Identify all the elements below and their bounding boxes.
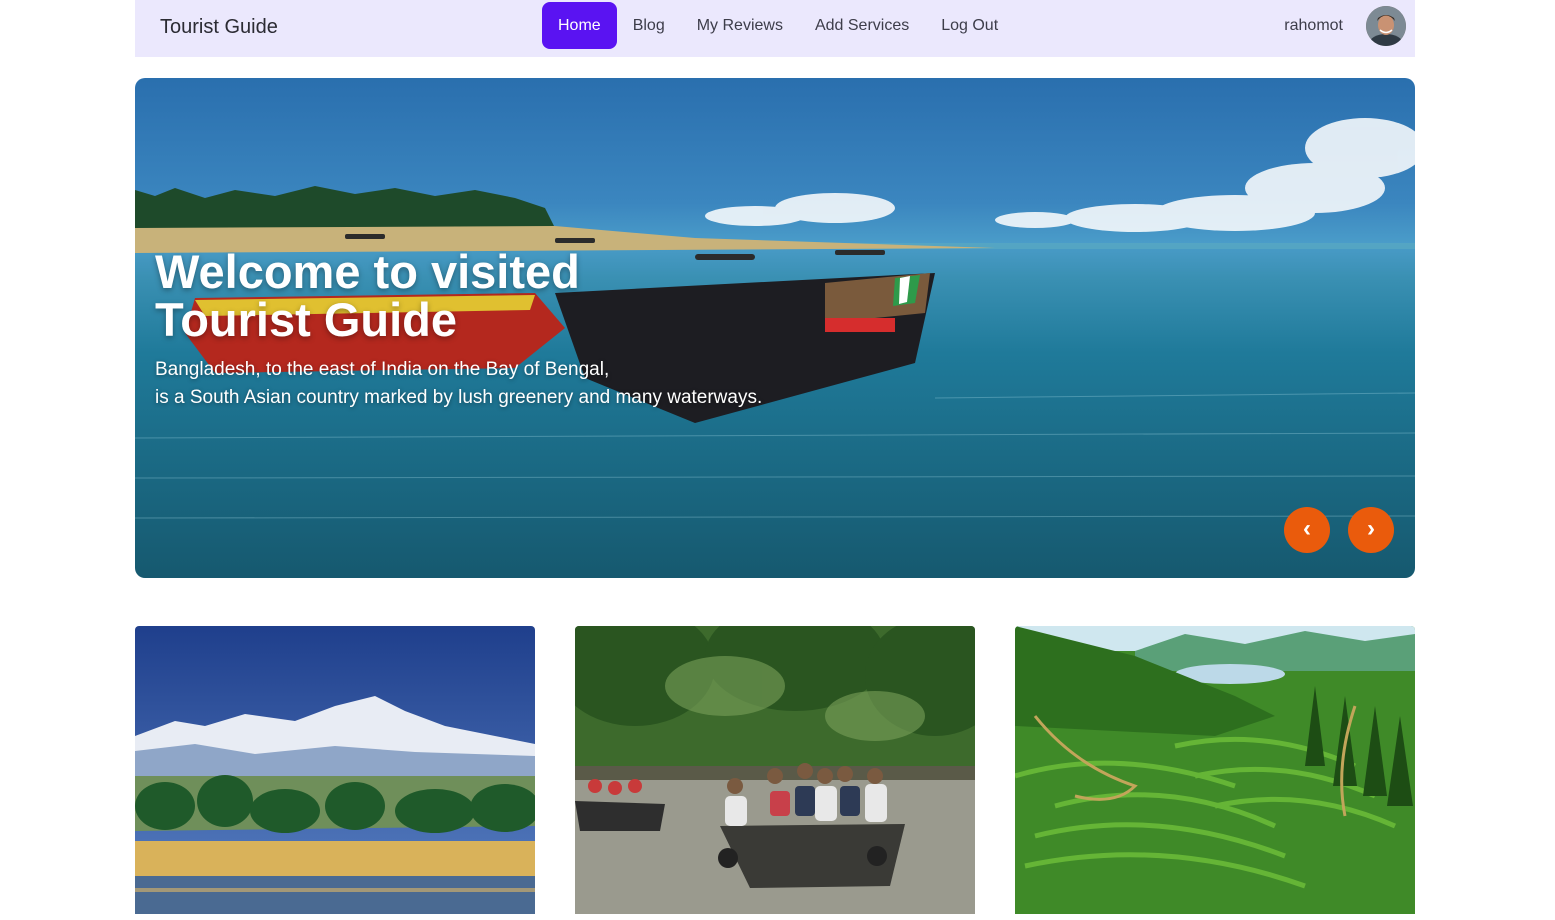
destination-card-mountains[interactable] bbox=[135, 626, 535, 914]
destination-card-tea-garden[interactable] bbox=[1015, 626, 1415, 914]
avatar[interactable] bbox=[1366, 6, 1406, 46]
user-avatar-icon bbox=[1366, 6, 1406, 46]
boat-forest-river-image bbox=[575, 626, 975, 914]
hero-banner: Welcome to visited Tourist Guide Banglad… bbox=[135, 78, 1415, 578]
snow-mountain-river-image bbox=[135, 626, 535, 914]
hero-subtitle: Bangladesh, to the east of India on the … bbox=[155, 356, 855, 412]
user-name: rahomot bbox=[1284, 17, 1343, 34]
nav-link-home[interactable]: Home bbox=[542, 2, 617, 49]
nav-links: Home Blog My Reviews Add Services Log Ou… bbox=[542, 2, 1014, 49]
destination-card-sundarbans[interactable] bbox=[575, 626, 975, 914]
carousel-next-button[interactable]: › bbox=[1348, 507, 1394, 553]
navbar: Tourist Guide Home Blog My Reviews Add S… bbox=[135, 0, 1415, 57]
hero-subtitle-line-2: is a South Asian country marked by lush … bbox=[155, 387, 763, 408]
carousel-prev-button[interactable]: ‹ bbox=[1284, 507, 1330, 553]
nav-link-my-reviews[interactable]: My Reviews bbox=[681, 2, 799, 49]
nav-link-add-services[interactable]: Add Services bbox=[799, 2, 925, 49]
hero-title: Welcome to visited Tourist Guide bbox=[155, 245, 580, 346]
tea-garden-hills-image bbox=[1015, 626, 1415, 914]
brand-logo[interactable]: Tourist Guide bbox=[160, 16, 278, 39]
hero-subtitle-line-1: Bangladesh, to the east of India on the … bbox=[155, 359, 610, 380]
nav-link-blog[interactable]: Blog bbox=[617, 2, 681, 49]
nav-link-log-out[interactable]: Log Out bbox=[925, 2, 1014, 49]
